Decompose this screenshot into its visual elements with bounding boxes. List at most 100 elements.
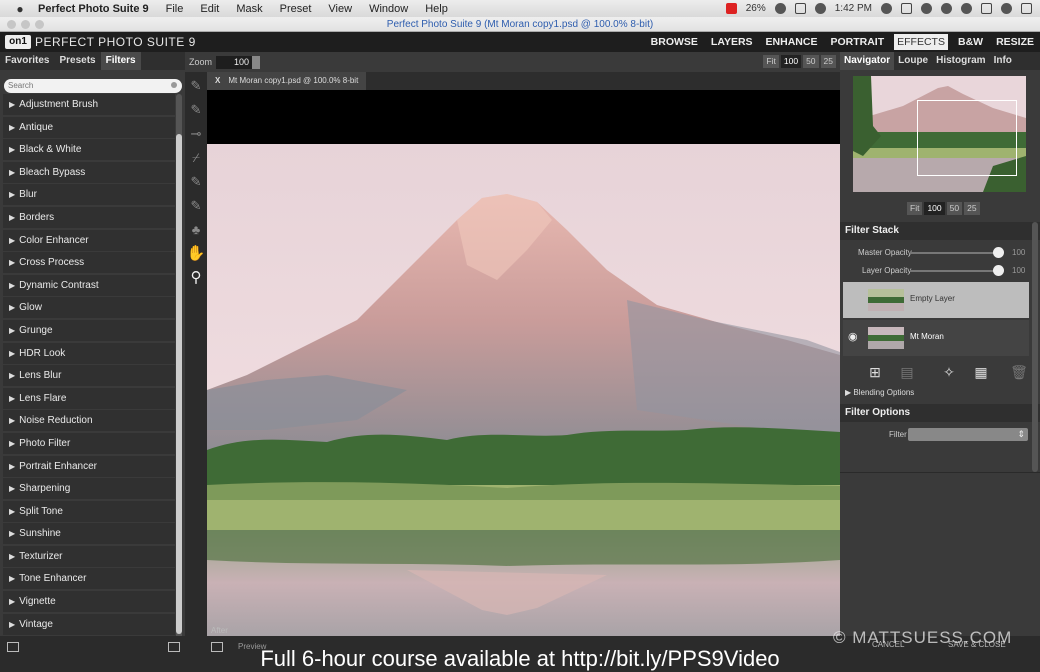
module-resize[interactable]: RESIZE [993,34,1037,50]
battery-icon[interactable] [981,3,992,14]
nav-50-button[interactable]: 50 [946,202,963,215]
notification-center-icon[interactable] [1021,3,1032,14]
sync-icon[interactable] [901,3,912,14]
close-document-icon[interactable]: X [215,76,220,85]
nav-100-button[interactable]: 100 [924,202,945,215]
tab-loupe[interactable]: Loupe [894,52,932,70]
clone-stamp-icon[interactable]: ♣ [186,220,206,240]
clear-search-icon[interactable] [171,82,177,88]
filter-item[interactable]: ▶ HDR Look [3,342,175,364]
zoom-dropdown-icon[interactable] [252,55,261,69]
module-portrait[interactable]: PORTRAIT [827,34,887,50]
add-filter-icon[interactable]: ▦ [971,362,991,382]
apple-icon[interactable]: ● [8,2,32,16]
hand-icon[interactable]: ✋ [186,244,206,264]
image-canvas[interactable] [207,90,840,636]
filter-item[interactable]: ▶ Tone Enhancer [3,568,175,590]
zoom-100-button[interactable]: 100 [780,55,802,68]
module-browse[interactable]: BROWSE [648,34,701,50]
minimize-window-button[interactable] [21,20,30,29]
filter-search-input[interactable] [4,78,182,93]
scrollbar-thumb[interactable] [176,134,182,634]
tab-favorites[interactable]: Favorites [0,52,54,70]
tab-filters[interactable]: Filters [100,52,141,70]
filter-stack-header[interactable]: Filter Stack [840,222,1040,240]
menu-preset[interactable]: Preset [280,3,312,15]
filter-item[interactable]: ▶ Vignette [3,591,175,613]
wifi-icon[interactable] [961,3,972,14]
tab-navigator[interactable]: Navigator [840,52,895,70]
menu-mask[interactable]: Mask [236,3,262,15]
cloud-icon[interactable] [881,3,892,14]
master-opacity-value[interactable]: 100 [1012,248,1025,257]
layer-empty[interactable]: Empty Layer [843,282,1029,318]
menu-view[interactable]: View [328,3,352,15]
filter-item[interactable]: ▶ Lens Blur [3,365,175,387]
document-tab[interactable]: X Mt Moran copy1.psd @ 100.0% 8-bit [207,72,367,90]
perfect-eraser-icon[interactable]: ✎ [186,196,206,216]
filter-item[interactable]: ▶ Grunge [3,319,175,341]
menu-window[interactable]: Window [369,3,408,15]
filter-options-header[interactable]: Filter Options [840,404,1040,422]
right-panel-scrollbar[interactable] [1032,222,1038,472]
zoom-value-field[interactable]: 100 [216,55,253,69]
filter-item[interactable]: ▶ Glow [3,297,175,319]
master-opacity-knob[interactable] [993,247,1004,258]
info-icon[interactable] [814,3,826,14]
filter-item[interactable]: ▶ Blur [3,184,175,206]
retouch-icon[interactable]: ✎ [186,172,206,192]
nav-fit-button[interactable]: Fit [907,202,923,215]
filter-item[interactable]: ▶ Color Enhancer [3,229,175,251]
filter-item[interactable]: ▶ Adjustment Brush [3,94,175,115]
zoom-25-button[interactable]: 25 [820,55,836,68]
bluetooth-icon[interactable] [941,3,952,14]
layer-opacity-knob[interactable] [993,265,1004,276]
layer-mt-moran[interactable]: ◉ Mt Moran [843,320,1029,356]
menu-app-name[interactable]: Perfect Photo Suite 9 [38,3,149,15]
zoom-fit-button[interactable]: Fit [763,55,779,68]
menu-file[interactable]: File [166,3,184,15]
blending-options[interactable]: ▶ Blending Options [845,388,914,397]
tab-info[interactable]: Info [990,52,1016,70]
new-layer-icon[interactable]: ⊞ [865,362,885,382]
brush-alt-icon[interactable]: ✎ [186,100,206,120]
filter-item[interactable]: ▶ Sunshine [3,523,175,545]
module-effects[interactable]: EFFECTS [894,34,948,50]
menu-edit[interactable]: Edit [200,3,219,15]
brush-icon[interactable]: ✎ [186,76,206,96]
filter-list-scrollbar[interactable] [176,94,182,639]
tab-histogram[interactable]: Histogram [932,52,989,70]
filter-item[interactable]: ▶ Antique [3,116,175,138]
filter-item[interactable]: ▶ Vintage [3,613,175,635]
module-layers[interactable]: LAYERS [708,34,756,50]
module-enhance[interactable]: ENHANCE [763,34,821,50]
filter-item[interactable]: ▶ Borders [3,206,175,228]
layer-opacity-slider[interactable] [910,270,1002,272]
add-mask-icon[interactable]: ✧ [939,362,959,382]
record-icon[interactable] [725,3,737,14]
filter-item[interactable]: ▶ Cross Process [3,252,175,274]
master-opacity-slider[interactable] [910,252,1002,254]
nav-25-button[interactable]: 25 [964,202,980,215]
zoom-icon[interactable]: ⚲ [186,268,206,288]
navigator-thumbnail[interactable] [853,76,1026,192]
zoom-50-button[interactable]: 50 [803,55,819,68]
eye-icon[interactable]: ◉ [848,332,862,343]
filter-item[interactable]: ▶ Portrait Enhancer [3,455,175,477]
spotlight-icon[interactable] [1001,3,1012,14]
tab-presets[interactable]: Presets [54,52,100,70]
gradient-icon[interactable]: ⌿ [186,148,206,168]
filter-item[interactable]: ▶ Bleach Bypass [3,161,175,183]
filter-item[interactable]: ▶ Split Tone [3,500,175,522]
filter-item[interactable]: ▶ Sharpening [3,478,175,500]
module-bw[interactable]: B&W [955,34,986,50]
filter-item[interactable]: ▶ Texturizer [3,545,175,567]
filter-item[interactable]: ▶ Photo Filter [3,432,175,454]
filter-item[interactable]: ▶ Black & White [3,139,175,161]
menu-help[interactable]: Help [425,3,448,15]
display-icon[interactable] [794,3,806,14]
close-window-button[interactable] [7,20,16,29]
filter-item[interactable]: ▶ Noise Reduction [3,410,175,432]
zoom-window-button[interactable] [35,20,44,29]
line-mask-icon[interactable]: ⊸ [186,124,206,144]
